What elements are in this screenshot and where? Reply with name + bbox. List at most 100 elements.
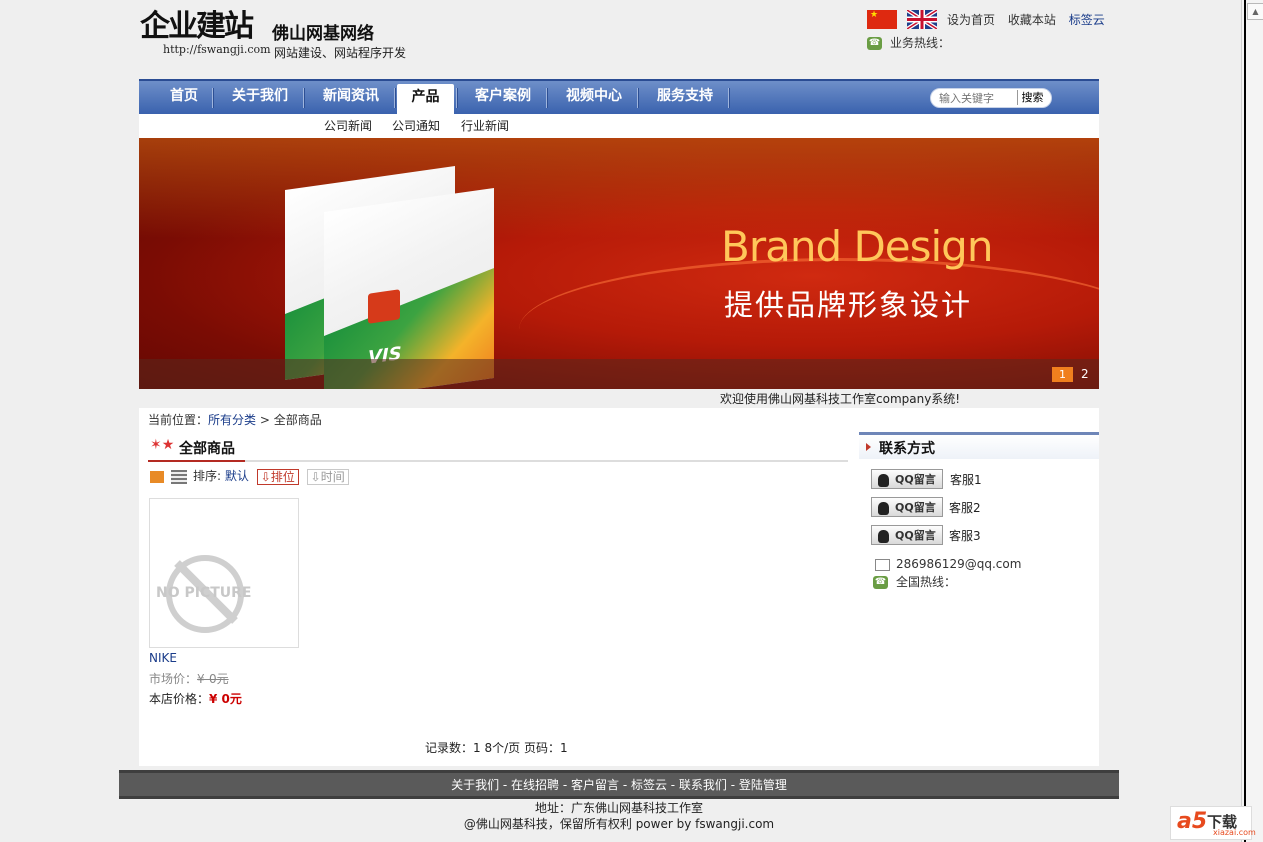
phone-icon: ☎ bbox=[873, 576, 888, 589]
tag-cloud-link[interactable]: 标签云 bbox=[1069, 13, 1105, 27]
nav-item-home[interactable]: 首页 bbox=[157, 81, 211, 114]
nav-item-support[interactable]: 服务支持 bbox=[644, 81, 726, 114]
top-links: 设为首页 收藏本站 标签云 bbox=[947, 11, 1114, 28]
logo-title[interactable]: 企业建站 bbox=[140, 10, 254, 44]
qq-message-button-2[interactable]: QQ留言 bbox=[871, 497, 943, 517]
a5-logo: a5 bbox=[1177, 809, 1208, 834]
section-divider bbox=[148, 460, 848, 462]
hero-banner[interactable]: VIS Brand Design 提供品牌形象设计 1 2 bbox=[139, 138, 1099, 389]
national-hotline-label: 全国热线： bbox=[896, 575, 957, 589]
no-picture-text: NO PICTURE bbox=[156, 585, 252, 601]
nav-separator bbox=[728, 88, 730, 108]
breadcrumb-separator: > bbox=[259, 413, 270, 427]
banner-pager-strip bbox=[139, 359, 1099, 389]
email-address[interactable]: 286986129@qq.com bbox=[896, 557, 1021, 571]
uk-flag-icon[interactable] bbox=[907, 10, 937, 29]
footer-links[interactable]: 关于我们 - 在线招聘 - 客户留言 - 标签云 - 联系我们 - 登陆管理 bbox=[119, 776, 1119, 793]
nav-item-news[interactable]: 新闻资讯 bbox=[310, 81, 392, 114]
subnav-company-notice[interactable]: 公司通知 bbox=[392, 117, 440, 134]
uk-flag-graphic bbox=[907, 10, 937, 29]
banner-page-1[interactable]: 1 bbox=[1052, 367, 1073, 382]
nav-item-about[interactable]: 关于我们 bbox=[219, 81, 301, 114]
mail-icon bbox=[875, 558, 890, 571]
hotline-label: 业务热线： bbox=[890, 36, 951, 50]
business-hotline: ☎ 业务热线： bbox=[867, 34, 950, 51]
search-button[interactable]: 搜索 bbox=[1017, 90, 1047, 105]
list-view-icon[interactable] bbox=[171, 469, 187, 484]
chinese-flag-icon[interactable]: ★ bbox=[867, 10, 897, 29]
logo-url: http://fswangji.com bbox=[163, 43, 271, 56]
breadcrumb-label: 当前位置： bbox=[148, 413, 209, 427]
service-2-label: 客服2 bbox=[949, 501, 981, 515]
search-input[interactable] bbox=[939, 91, 1015, 105]
qq-message-button-3[interactable]: QQ留言 bbox=[871, 525, 943, 545]
product-name[interactable]: NIKE bbox=[149, 651, 177, 665]
nav-separator bbox=[303, 88, 305, 108]
sort-rank-button[interactable]: ⇩排位 bbox=[256, 468, 299, 485]
shop-price-value: ¥ 0元 bbox=[209, 692, 242, 706]
per-page: 8个/页 bbox=[484, 741, 521, 755]
national-hotline: ☎ 全国热线： bbox=[873, 573, 956, 590]
subnav-industry-news[interactable]: 行业新闻 bbox=[461, 117, 509, 134]
banner-title-cn: 提供品牌形象设计 bbox=[724, 288, 973, 322]
sort-default[interactable]: 默认 bbox=[225, 469, 249, 483]
welcome-message: 欢迎使用佛山网基科技工作室company系统! bbox=[720, 392, 961, 406]
sub-nav: 公司新闻 公司通知 行业新闻 bbox=[139, 114, 1099, 138]
breadcrumb-current: 全部商品 bbox=[273, 413, 322, 427]
banner-page-2[interactable]: 2 bbox=[1081, 367, 1089, 382]
triangle-right-icon bbox=[866, 443, 871, 451]
sidebar-title: 联系方式 bbox=[879, 441, 935, 457]
nav-separator bbox=[394, 88, 396, 108]
qq-penguin-icon bbox=[878, 529, 889, 543]
market-price-label: 市场价： bbox=[149, 672, 198, 686]
qq-button-label: QQ留言 bbox=[895, 473, 936, 486]
qq-message-button-1[interactable]: QQ留言 bbox=[871, 469, 943, 489]
nav-separator bbox=[456, 88, 458, 108]
sort-time-label: 时间 bbox=[320, 469, 345, 484]
service-1-label: 客服1 bbox=[950, 473, 982, 487]
qq-penguin-icon bbox=[878, 473, 889, 487]
shop-price: 本店价格：¥ 0元 bbox=[149, 690, 242, 707]
page-number: 页码：1 bbox=[523, 741, 568, 755]
nav-item-video[interactable]: 视频中心 bbox=[553, 81, 635, 114]
nav-separator bbox=[546, 88, 548, 108]
footer-copyright: @佛山网基科技，保留所有权利 power by fswangji.com bbox=[463, 817, 775, 831]
market-price: 市场价：¥-0元 bbox=[149, 670, 229, 687]
stars-icon: ✶★ bbox=[150, 437, 175, 453]
sort-bar: 排序: 默认 ⇩排位 ⇩时间 bbox=[149, 467, 349, 485]
breadcrumb: 当前位置：所有分类 > 全部商品 bbox=[148, 411, 322, 428]
a5-download-watermark: a5 下载 xiazai.com bbox=[1170, 806, 1256, 840]
sort-time-button[interactable]: ⇩时间 bbox=[306, 468, 349, 485]
qq-button-label: QQ留言 bbox=[895, 501, 936, 514]
record-count: 记录数：1 bbox=[425, 741, 481, 755]
slogan: 网站建设、网站程序开发 bbox=[274, 46, 407, 60]
shop-price-label: 本店价格： bbox=[149, 692, 210, 706]
search-box: 搜索 bbox=[930, 88, 1052, 108]
breadcrumb-all-categories[interactable]: 所有分类 bbox=[208, 413, 256, 427]
window-border bbox=[1244, 0, 1246, 842]
flag-star-icon: ★ bbox=[870, 10, 879, 20]
pagination-info: 记录数：1 8个/页 页码：1 bbox=[425, 739, 568, 756]
market-price-value: ¥-0元 bbox=[197, 672, 229, 686]
nav-item-products[interactable]: 产品 bbox=[397, 84, 454, 116]
nav-item-cases[interactable]: 客户案例 bbox=[462, 81, 544, 114]
sort-rank-label: 排位 bbox=[270, 469, 295, 484]
vertical-scrollbar[interactable]: ▲ bbox=[1241, 0, 1263, 842]
nav-separator bbox=[637, 88, 639, 108]
bookmark-link[interactable]: 收藏本站 bbox=[1008, 13, 1056, 27]
grid-view-icon[interactable] bbox=[149, 469, 165, 484]
section-title: 全部商品 bbox=[179, 441, 235, 457]
section-divider-accent bbox=[148, 460, 245, 462]
company-name: 佛山网基网络 bbox=[272, 24, 374, 44]
product-thumbnail[interactable]: NO PICTURE bbox=[149, 498, 299, 648]
banner-title-en: Brand Design bbox=[721, 222, 993, 271]
nav-separator bbox=[212, 88, 214, 108]
service-3-label: 客服3 bbox=[949, 529, 981, 543]
sort-label: 排序: bbox=[193, 469, 222, 483]
qq-button-label: QQ留言 bbox=[895, 529, 936, 542]
scroll-up-arrow-icon[interactable]: ▲ bbox=[1247, 3, 1263, 20]
subnav-company-news[interactable]: 公司新闻 bbox=[324, 117, 372, 134]
set-homepage-link[interactable]: 设为首页 bbox=[947, 13, 995, 27]
a5-site: xiazai.com bbox=[1213, 828, 1256, 837]
footer-address: 地址：广东佛山网基科技工作室 bbox=[534, 801, 703, 815]
